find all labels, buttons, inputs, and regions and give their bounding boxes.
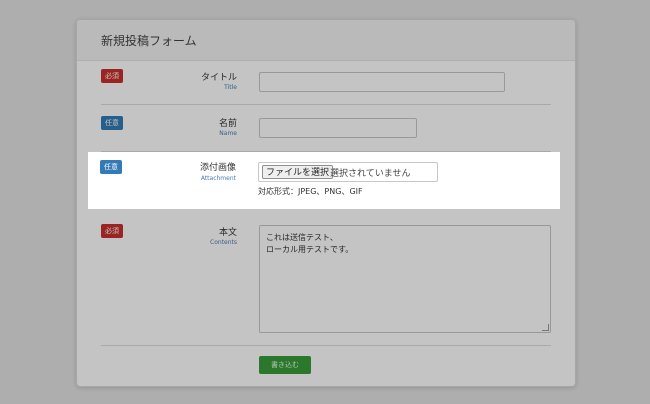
title-label-en: Title xyxy=(224,84,237,91)
attachment-label-en: Attachment xyxy=(200,175,236,182)
choose-file-button[interactable]: ファイルを選択 xyxy=(262,165,334,179)
form-header: 新規投稿フォーム xyxy=(77,20,575,61)
optional-badge: 任意 xyxy=(101,116,123,130)
name-input[interactable] xyxy=(259,118,417,138)
divider xyxy=(101,104,551,105)
title-label: タイトル xyxy=(200,73,237,83)
name-label-en: Name xyxy=(219,130,237,137)
form-title: 新規投稿フォーム xyxy=(101,34,197,48)
submit-button[interactable]: 書き込む xyxy=(259,356,311,374)
file-status: 選択されていません xyxy=(330,169,411,179)
body-line: これは送信テスト、 xyxy=(266,233,338,242)
file-input[interactable]: ファイルを選択 選択されていません xyxy=(258,162,438,182)
body-label: 本文 xyxy=(218,228,237,238)
required-badge: 必須 xyxy=(101,224,123,238)
body-line: ローカル用テストです。 xyxy=(266,245,354,254)
divider xyxy=(101,345,551,346)
name-label: 名前 xyxy=(218,119,237,129)
body-label-en: Contents xyxy=(210,239,237,246)
resize-handle-icon[interactable] xyxy=(542,324,549,331)
required-badge: 必須 xyxy=(101,69,123,83)
attachment-row-highlight: 任意 添付画像 Attachment ファイルを選択 選択されていません 対応形… xyxy=(88,152,560,209)
attachment-label: 添付画像 xyxy=(199,163,236,173)
file-format-note: 対応形式：JPEG、PNG、GIF xyxy=(258,187,363,196)
optional-badge: 任意 xyxy=(100,160,122,174)
title-input[interactable] xyxy=(259,72,505,92)
body-textarea[interactable]: これは送信テスト、 ローカル用テストです。 xyxy=(259,225,551,333)
